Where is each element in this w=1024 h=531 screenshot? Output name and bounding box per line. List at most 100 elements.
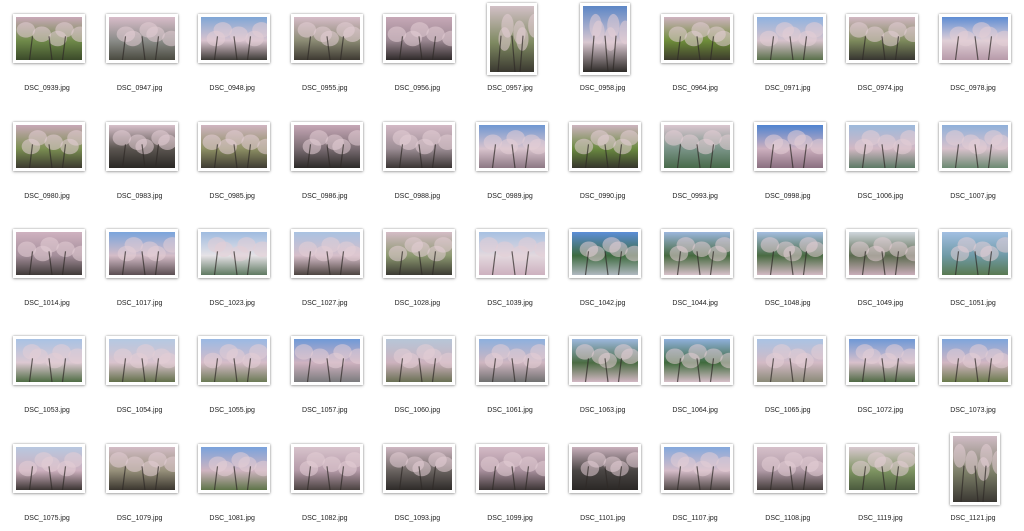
file-thumbnail[interactable] [383, 229, 456, 278]
file-item[interactable]: DSC_1049.jpg [834, 215, 926, 315]
file-item[interactable]: DSC_0955.jpg [279, 0, 371, 100]
file-item[interactable]: DSC_0990.jpg [557, 108, 649, 208]
file-item[interactable]: DSC_1060.jpg [371, 322, 463, 422]
file-item[interactable]: DSC_1054.jpg [94, 322, 186, 422]
file-thumbnail[interactable] [579, 3, 630, 75]
file-item[interactable]: DSC_1042.jpg [557, 215, 649, 315]
file-item[interactable]: DSC_1082.jpg [279, 430, 371, 530]
file-item[interactable]: DSC_1065.jpg [742, 322, 834, 422]
file-item[interactable]: DSC_1121.jpg [927, 430, 1019, 530]
file-item[interactable]: DSC_1064.jpg [649, 322, 741, 422]
file-thumbnail[interactable] [476, 229, 548, 278]
file-item[interactable]: DSC_1075.jpg [1, 430, 93, 530]
file-item[interactable]: DSC_0958.jpg [557, 0, 649, 100]
file-thumbnail[interactable] [661, 336, 734, 385]
file-item[interactable]: DSC_0983.jpg [94, 108, 186, 208]
file-item[interactable]: DSC_0985.jpg [186, 108, 278, 208]
file-item[interactable]: DSC_1044.jpg [649, 215, 741, 315]
file-thumbnail[interactable] [105, 336, 178, 385]
file-item[interactable]: DSC_1014.jpg [1, 215, 93, 315]
file-item[interactable]: DSC_1057.jpg [279, 322, 371, 422]
file-item[interactable]: DSC_1072.jpg [834, 322, 926, 422]
file-item[interactable]: DSC_1119.jpg [834, 430, 926, 530]
file-thumbnail[interactable] [476, 122, 548, 171]
file-item[interactable]: DSC_1053.jpg [1, 322, 93, 422]
file-thumbnail[interactable] [661, 14, 734, 63]
file-thumbnail[interactable] [939, 14, 1011, 63]
file-thumbnail[interactable] [383, 14, 456, 63]
file-item[interactable]: DSC_1023.jpg [186, 215, 278, 315]
file-item[interactable]: DSC_1051.jpg [927, 215, 1019, 315]
file-thumbnail[interactable] [290, 14, 363, 63]
file-item[interactable]: DSC_1048.jpg [742, 215, 834, 315]
file-item[interactable]: DSC_0964.jpg [649, 0, 741, 100]
file-item[interactable]: DSC_0956.jpg [371, 0, 463, 100]
file-thumbnail[interactable] [753, 14, 826, 63]
file-item[interactable]: DSC_0988.jpg [371, 108, 463, 208]
file-item[interactable]: DSC_0978.jpg [927, 0, 1019, 100]
file-item[interactable]: DSC_1093.jpg [371, 430, 463, 530]
file-thumbnail[interactable] [846, 14, 919, 63]
file-thumbnail[interactable] [383, 336, 456, 385]
file-thumbnail[interactable] [950, 433, 1000, 505]
file-item[interactable]: DSC_1039.jpg [464, 215, 556, 315]
file-item[interactable]: DSC_0986.jpg [279, 108, 371, 208]
file-item[interactable]: DSC_0948.jpg [186, 0, 278, 100]
file-thumbnail[interactable] [13, 122, 85, 171]
file-thumbnail[interactable] [476, 444, 548, 493]
file-item[interactable]: DSC_1073.jpg [927, 322, 1019, 422]
file-thumbnail[interactable] [939, 336, 1011, 385]
file-item[interactable]: DSC_0939.jpg [1, 0, 93, 100]
file-item[interactable]: DSC_1007.jpg [927, 108, 1019, 208]
file-thumbnail[interactable] [13, 14, 85, 63]
file-thumbnail[interactable] [198, 444, 271, 493]
file-thumbnail[interactable] [13, 336, 85, 385]
file-thumbnail[interactable] [568, 444, 641, 493]
file-thumbnail[interactable] [753, 444, 826, 493]
file-item[interactable]: DSC_1107.jpg [649, 430, 741, 530]
file-thumbnail[interactable] [198, 229, 271, 278]
file-thumbnail[interactable] [13, 444, 85, 493]
file-thumbnail[interactable] [753, 336, 826, 385]
file-thumbnail[interactable] [568, 122, 641, 171]
file-thumbnail[interactable] [661, 444, 734, 493]
file-thumbnail[interactable] [383, 122, 456, 171]
file-item[interactable]: DSC_1061.jpg [464, 322, 556, 422]
file-item[interactable]: DSC_1006.jpg [834, 108, 926, 208]
file-thumbnail[interactable] [105, 122, 178, 171]
file-item[interactable]: DSC_1055.jpg [186, 322, 278, 422]
file-item[interactable]: DSC_1028.jpg [371, 215, 463, 315]
file-item[interactable]: DSC_1099.jpg [464, 430, 556, 530]
file-thumbnail[interactable] [383, 444, 456, 493]
file-thumbnail[interactable] [568, 229, 641, 278]
file-item[interactable]: DSC_1017.jpg [94, 215, 186, 315]
file-thumbnail[interactable] [939, 229, 1011, 278]
file-thumbnail[interactable] [476, 336, 548, 385]
file-item[interactable]: DSC_0989.jpg [464, 108, 556, 208]
file-item[interactable]: DSC_1101.jpg [557, 430, 649, 530]
file-thumbnail[interactable] [198, 14, 271, 63]
file-thumbnail[interactable] [846, 229, 919, 278]
file-thumbnail[interactable] [846, 444, 919, 493]
file-thumbnail[interactable] [487, 3, 537, 75]
file-item[interactable]: DSC_0993.jpg [649, 108, 741, 208]
file-thumbnail[interactable] [846, 336, 919, 385]
file-thumbnail[interactable] [753, 122, 826, 171]
file-thumbnail[interactable] [290, 229, 363, 278]
file-thumbnail[interactable] [939, 122, 1011, 171]
file-thumbnail[interactable] [661, 122, 734, 171]
file-item[interactable]: DSC_1079.jpg [94, 430, 186, 530]
file-item[interactable]: DSC_1081.jpg [186, 430, 278, 530]
file-item[interactable]: DSC_0971.jpg [742, 0, 834, 100]
file-thumbnail[interactable] [198, 336, 271, 385]
file-thumbnail[interactable] [105, 14, 178, 63]
file-item[interactable]: DSC_1027.jpg [279, 215, 371, 315]
file-thumbnail[interactable] [568, 336, 641, 385]
file-thumbnail[interactable] [753, 229, 826, 278]
file-item[interactable]: DSC_1063.jpg [557, 322, 649, 422]
file-item[interactable]: DSC_0957.jpg [464, 0, 556, 100]
file-thumbnail[interactable] [105, 444, 178, 493]
file-item[interactable]: DSC_0980.jpg [1, 108, 93, 208]
file-thumbnail[interactable] [13, 229, 85, 278]
file-item[interactable]: DSC_0947.jpg [94, 0, 186, 100]
